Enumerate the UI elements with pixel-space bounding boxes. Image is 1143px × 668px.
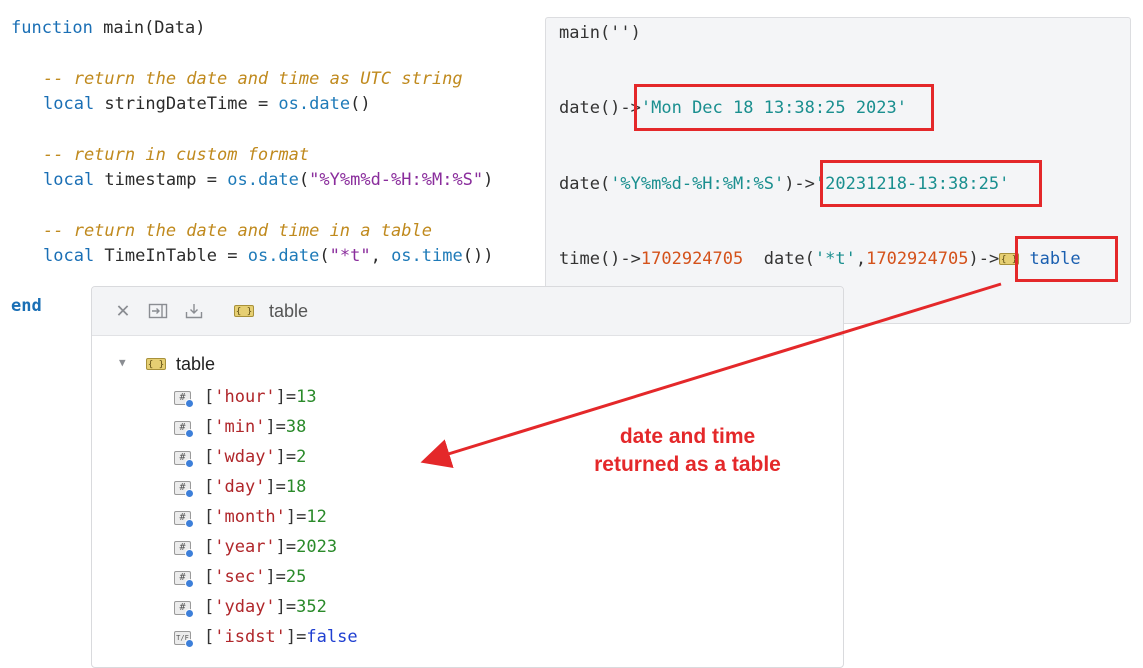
annotation-arrow [420,282,1002,469]
